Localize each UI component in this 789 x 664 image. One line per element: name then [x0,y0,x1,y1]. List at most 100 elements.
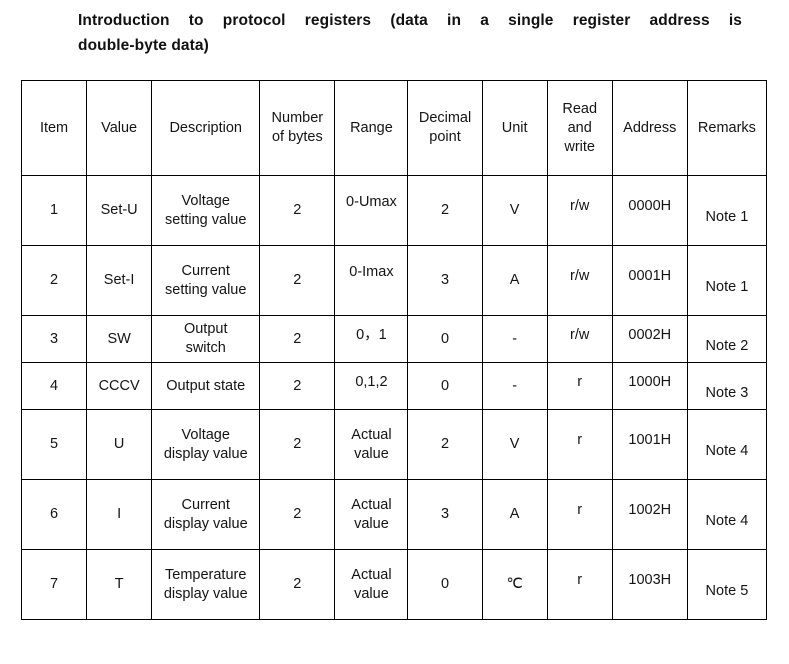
cell-read-write: r [546,409,613,480]
cell-range-line-2: value [354,585,389,602]
cell-decimal-point: 0 [407,549,483,620]
cell-decimal-point: 3 [407,245,483,316]
table-row: 3 SW Output switch 2 0，1 0 - r/w 0002H N… [20,315,768,363]
column-header-rw-line-2: and [567,119,592,136]
cell-description-line-1: Temperature [165,566,247,583]
column-header-address: Address [611,80,688,176]
column-header-bytes-line-1: Number [271,110,324,126]
cell-unit: V [481,409,548,480]
cell-description: Current setting value [151,245,261,316]
column-header-decimal-line-2: point [429,129,461,145]
table-row: 1 Set-U Voltage setting value 2 0-Umax 2… [20,175,768,246]
cell-address: 1001H [611,409,688,480]
column-header-range-label: Range [350,119,393,136]
cell-remarks: Note 1 [686,245,768,316]
column-header-description-label: Description [169,119,242,136]
cell-unit: ℃ [481,549,548,620]
cell-item: 1 [20,175,88,246]
cell-remarks: Note 3 [686,362,768,410]
table-body: 1 Set-U Voltage setting value 2 0-Umax 2… [20,175,768,620]
cell-value: I [86,479,153,550]
cell-read-write: r/w [546,245,613,316]
column-header-description: Description [151,80,261,176]
cell-read-write: r/w [546,175,613,246]
cell-description-line-2: switch [185,340,226,356]
column-header-read-and-write: Read and write [546,80,613,176]
cell-number-of-bytes: 2 [259,362,336,410]
cell-address: 0000H [611,175,688,246]
column-header-address-label: Address [623,119,677,136]
cell-decimal-point: 3 [407,479,483,550]
cell-value: SW [86,315,153,363]
table-row: 7 T Temperature display value 2 Actual v… [20,549,768,620]
cell-description: Current display value [151,479,261,550]
cell-unit: A [481,245,548,316]
cell-address: 1002H [611,479,688,550]
cell-read-write: r [546,549,613,620]
cell-value: CCCV [86,362,153,410]
table-header: Item Value Description Number of bytes R… [20,80,768,176]
cell-item: 2 [20,245,88,316]
cell-item: 4 [20,362,88,410]
column-header-rw-line-3: write [564,138,595,155]
cell-number-of-bytes: 2 [259,479,336,550]
cell-item: 5 [20,409,88,480]
cell-number-of-bytes: 2 [259,315,336,363]
column-header-rw-line-1: Read [562,100,598,117]
cell-description-line-1: Voltage [181,192,230,209]
cell-decimal-point: 2 [407,409,483,480]
cell-value: T [86,549,153,620]
cell-decimal-point: 2 [407,175,483,246]
column-header-value-label: Value [101,119,138,136]
cell-item: 7 [20,549,88,620]
column-header-remarks: Remarks [686,80,768,176]
column-header-remarks-label: Remarks [697,119,756,136]
cell-address: 1003H [611,549,688,620]
cell-read-write: r [546,362,613,410]
cell-address: 0002H [611,315,688,363]
cell-description: Voltage display value [151,409,261,480]
cell-remarks: Note 4 [686,409,768,480]
cell-range: 0-Imax [334,245,409,316]
cell-description: Output state [151,362,261,410]
cell-description-line-2: display value [163,585,248,602]
table-row: 5 U Voltage display value 2 Actual value… [20,409,768,480]
cell-range: Actual value [334,549,409,620]
document-page: Introduction to protocol registers (data… [0,0,789,664]
cell-read-write: r [546,479,613,550]
page-title-line-2: double-byte data) [78,37,209,54]
cell-range: Actual value [334,409,409,480]
table-row: 4 CCCV Output state 2 0,1,2 0 - r 1000H … [20,362,768,410]
column-header-range: Range [334,80,409,176]
cell-description-line-2: setting value [165,281,247,298]
cell-decimal-point: 0 [407,362,483,410]
cell-remarks: Note 1 [686,175,768,246]
cell-remarks: Note 5 [686,549,768,620]
cell-range: 0，1 [334,315,409,363]
cell-value: U [86,409,153,480]
cell-address: 1000H [611,362,688,410]
table-row: 6 I Current display value 2 Actual value… [20,479,768,550]
cell-range-line-1: Actual [351,566,392,583]
cell-number-of-bytes: 2 [259,409,336,480]
cell-range: Actual value [334,479,409,550]
column-header-decimal-point: Decimal point [407,80,483,176]
page-title-line-1: Introduction to protocol registers (data… [78,12,742,29]
cell-value: Set-U [86,175,153,246]
cell-range-line-2: value [354,515,389,532]
cell-description: Temperature display value [151,549,261,620]
cell-description: Output switch [151,315,261,363]
cell-range-line-2: value [354,445,389,462]
cell-description: Voltage setting value [151,175,261,246]
column-header-unit-label: Unit [501,119,528,136]
cell-description-line-1: Output [183,321,228,337]
table-header-row: Item Value Description Number of bytes R… [20,80,768,176]
cell-description-line-2: display value [163,445,248,462]
cell-read-write: r/w [546,315,613,363]
cell-range: 0,1,2 [334,362,409,410]
table-row: 2 Set-I Current setting value 2 0-Imax 3… [20,245,768,316]
cell-remarks: Note 2 [686,315,768,363]
cell-range: 0-Umax [334,175,409,246]
cell-value: Set-I [86,245,153,316]
cell-description-line-1: Voltage [181,426,230,443]
